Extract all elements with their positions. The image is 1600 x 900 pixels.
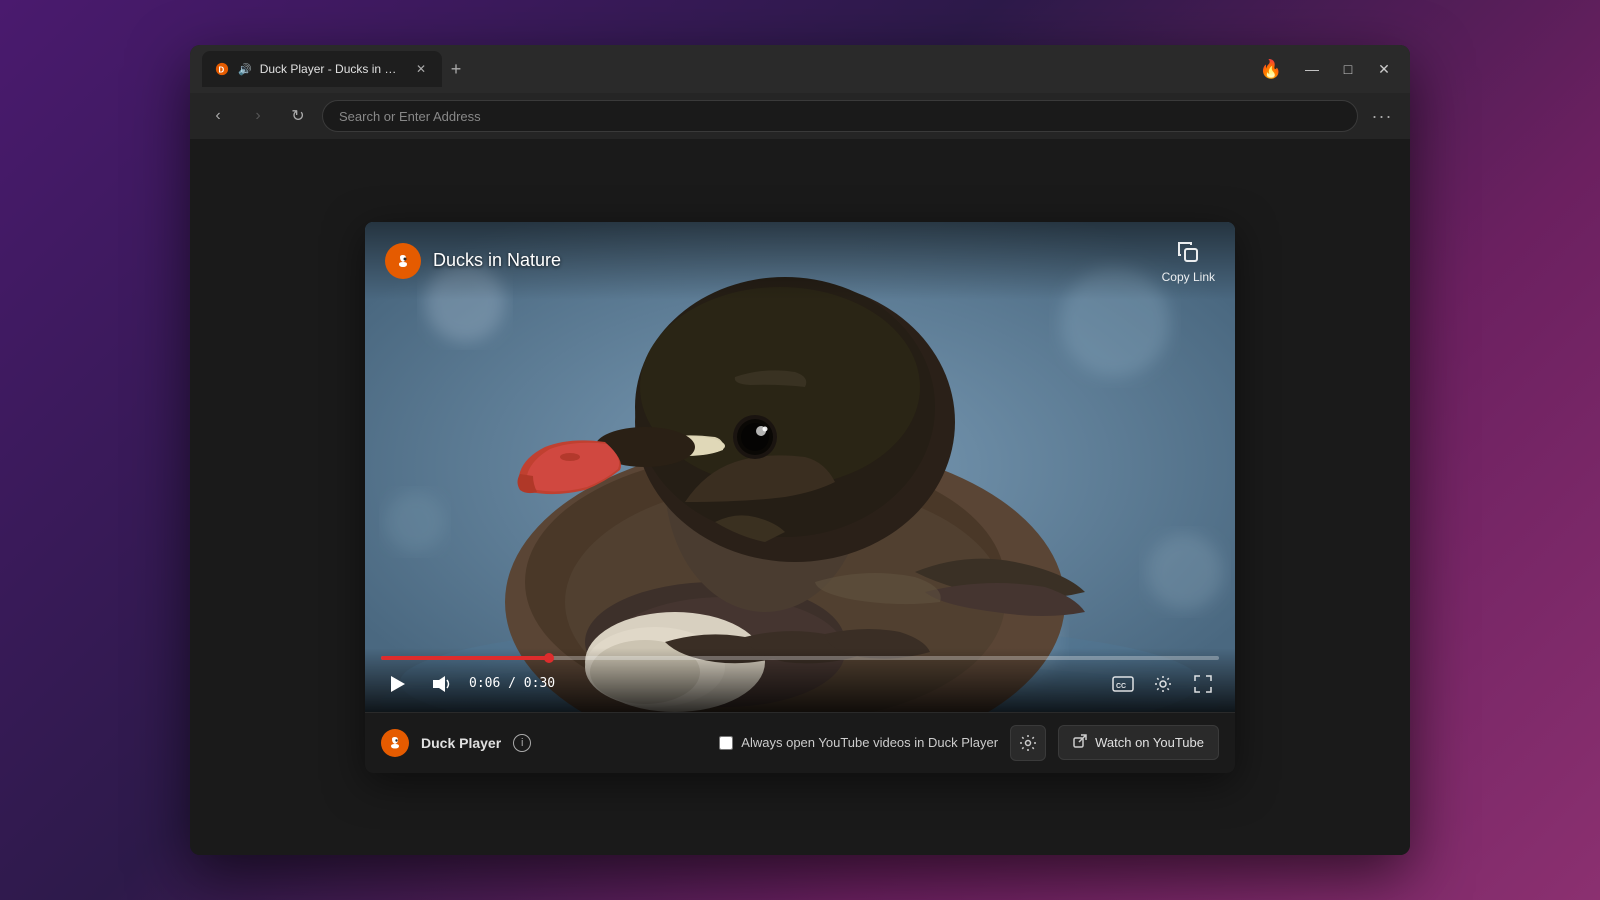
tab-area: D 🔊 Duck Player - Ducks in Nature ✕ +: [202, 45, 1260, 93]
duck-player-card: Ducks in Nature Copy Link: [365, 222, 1235, 773]
checkbox-label[interactable]: Always open YouTube videos in Duck Playe…: [741, 735, 998, 750]
controls-right: CC: [1107, 668, 1219, 700]
window-controls: 🔥 — □ ✕: [1260, 55, 1398, 83]
forward-button[interactable]: ›: [242, 100, 274, 132]
settings-button[interactable]: [1147, 668, 1179, 700]
address-bar[interactable]: Search or Enter Address: [322, 100, 1358, 132]
refresh-button[interactable]: ↻: [282, 100, 314, 132]
external-link-icon: [1073, 734, 1087, 751]
video-area: Ducks in Nature Copy Link: [365, 222, 1235, 712]
minimize-button[interactable]: —: [1298, 55, 1326, 83]
ddg-logo: [385, 243, 421, 279]
flame-icon[interactable]: 🔥: [1260, 59, 1282, 80]
captions-button[interactable]: CC: [1107, 668, 1139, 700]
tab-audio-icon: 🔊: [238, 63, 252, 76]
footer-settings-button[interactable]: [1010, 725, 1046, 761]
maximize-button[interactable]: □: [1334, 55, 1362, 83]
controls-row: 0:06 / 0:30 CC: [381, 668, 1219, 700]
volume-button[interactable]: [425, 668, 457, 700]
video-title-area: Ducks in Nature: [385, 243, 561, 279]
page-content: Ducks in Nature Copy Link: [190, 139, 1410, 855]
tab-close-button[interactable]: ✕: [412, 60, 430, 78]
tab-favicon: D: [214, 61, 230, 77]
address-bar-placeholder: Search or Enter Address: [339, 109, 481, 124]
copy-link-button[interactable]: Copy Link: [1162, 238, 1215, 284]
watch-youtube-label: Watch on YouTube: [1095, 735, 1204, 750]
browser-window: D 🔊 Duck Player - Ducks in Nature ✕ + 🔥 …: [190, 45, 1410, 855]
duck-player-logo: [381, 729, 409, 757]
video-controls: 0:06 / 0:30 CC: [365, 648, 1235, 712]
duck-player-label: Duck Player: [421, 735, 501, 751]
info-icon[interactable]: i: [513, 734, 531, 752]
svg-text:CC: CC: [1116, 683, 1126, 690]
progress-bar[interactable]: [381, 656, 1219, 660]
svg-text:D: D: [219, 66, 225, 75]
checkbox-area: Always open YouTube videos in Duck Playe…: [719, 735, 998, 750]
always-open-checkbox[interactable]: [719, 736, 733, 750]
watch-on-youtube-button[interactable]: Watch on YouTube: [1058, 725, 1219, 760]
play-button[interactable]: [381, 668, 413, 700]
copy-icon: [1174, 238, 1202, 266]
time-display: 0:06 / 0:30: [469, 676, 555, 691]
player-footer: Duck Player i Always open YouTube videos…: [365, 712, 1235, 773]
video-header: Ducks in Nature Copy Link: [365, 222, 1235, 300]
progress-fill: [381, 656, 549, 660]
new-tab-button[interactable]: +: [442, 55, 470, 83]
back-button[interactable]: ‹: [202, 100, 234, 132]
close-button[interactable]: ✕: [1370, 55, 1398, 83]
active-tab[interactable]: D 🔊 Duck Player - Ducks in Nature ✕: [202, 51, 442, 87]
copy-link-label: Copy Link: [1162, 270, 1215, 284]
title-bar: D 🔊 Duck Player - Ducks in Nature ✕ + 🔥 …: [190, 45, 1410, 93]
tab-title: Duck Player - Ducks in Nature: [260, 62, 404, 76]
fullscreen-button[interactable]: [1187, 668, 1219, 700]
video-title: Ducks in Nature: [433, 250, 561, 271]
nav-bar: ‹ › ↻ Search or Enter Address ···: [190, 93, 1410, 139]
browser-menu-button[interactable]: ···: [1366, 100, 1398, 132]
